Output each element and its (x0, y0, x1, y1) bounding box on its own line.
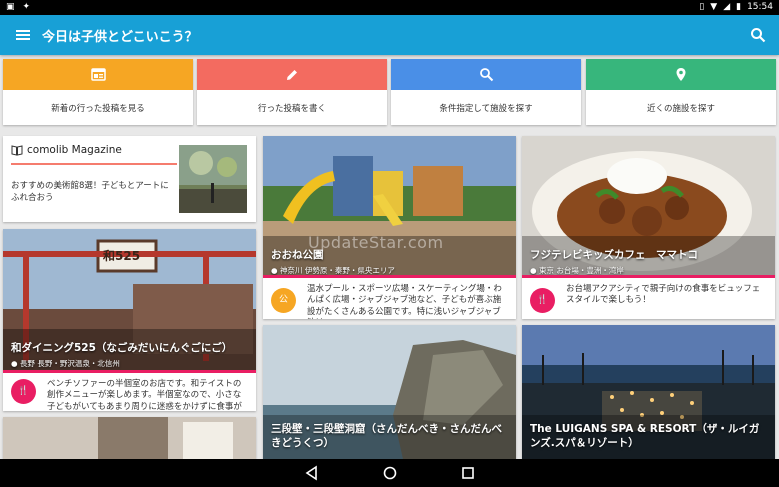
pencil-icon (287, 69, 297, 80)
facility-name: フジテレビキッズカフェ ママトコ (530, 249, 698, 261)
facility-card[interactable] (3, 417, 256, 459)
nearby-search-button[interactable]: 近くの施設を探す (586, 59, 776, 125)
facility-name: The LUIGANS SPA & RESORT（ザ・ルイガンズ.スパ＆リゾート… (530, 423, 760, 450)
signal-icon: ◢ (723, 2, 731, 12)
newspaper-icon (90, 68, 106, 81)
search-icon (479, 68, 493, 82)
status-time: 15:54 (747, 2, 773, 12)
facility-description: ベンチソファーの半個室のお店です。和テイストの創作メニューが楽しめます。半個室な… (47, 379, 242, 411)
app-title: 今日は子供とどこいこう？ (42, 30, 198, 45)
condition-search-button[interactable]: 条件指定して施設を探す (391, 59, 581, 125)
location-pin-icon: ● (530, 266, 537, 275)
battery-icon: ▮ (736, 2, 742, 12)
restaurant-icon: 🍴 (11, 379, 36, 404)
nearby-search-label: 近くの施設を探す (646, 103, 715, 114)
park-icon: 公 (271, 288, 296, 313)
facility-name: 和ダイニング525（なごみだいにんぐごにご） (11, 342, 233, 354)
facility-location: 神奈川 伊勢原・秦野・県央エリア (279, 266, 395, 275)
facility-location: 長野 長野・野沢温泉・北信州 (19, 359, 120, 368)
vibrate-icon: ▯ (699, 2, 705, 12)
action-buttons: 新着の行った投稿を見る 行った投稿を書く 条件指定して施設を探す 近くの施設を探… (3, 59, 776, 125)
watermark: UpdateStar.com (308, 233, 444, 252)
magazine-card[interactable]: comolib Magazine おすすめの美術館8選！子どもとアートにふれ合お… (3, 136, 256, 222)
home-icon[interactable] (382, 465, 398, 481)
magazine-title: comolib Magazine (27, 144, 122, 156)
new-posts-button[interactable]: 新着の行った投稿を見る (3, 59, 193, 125)
facility-location: 東京 お台場・豊洲・湾岸 (538, 266, 624, 275)
condition-search-label: 条件指定して施設を探す (439, 103, 533, 114)
restaurant-sign: 和525 (103, 249, 141, 263)
restaurant-icon: 🍴 (530, 288, 555, 313)
location-pin-icon: ● (271, 266, 278, 275)
new-posts-label: 新着の行った投稿を見る (51, 103, 145, 114)
navigation-bar (0, 459, 779, 487)
facility-description: 温水プール・スポーツ広場・スケーティング場・わんぱく広場・ジャブジャブ池など、子… (307, 284, 502, 319)
android-notification-icon: ✦ (22, 2, 31, 12)
write-post-button[interactable]: 行った投稿を書く (197, 59, 387, 125)
location-pin-icon: ● (11, 359, 18, 368)
menu-icon[interactable] (14, 26, 32, 44)
magazine-divider (11, 163, 177, 165)
wifi-icon: ▼ (710, 2, 718, 12)
location-pin-icon (676, 68, 686, 81)
facility-card[interactable]: 三段壁・三段壁洞窟（さんだんべき・さんだんべきどうくつ） (263, 325, 516, 459)
image-notification-icon: ▣ (6, 2, 15, 12)
magazine-article-title: おすすめの美術館8選！子どもとアートにふれ合おう (11, 181, 169, 203)
facility-card[interactable]: おおね公園 ● 神奈川 伊勢原・秦野・県央エリア 公 温水プール・スポーツ広場・… (263, 136, 516, 319)
status-bar: ▣ ✦ ▯ ▼ ◢ ▮ 15:54 (0, 0, 779, 15)
magazine-thumbnail (179, 145, 247, 213)
write-post-label: 行った投稿を書く (257, 103, 326, 114)
facility-card[interactable]: The LUIGANS SPA & RESORT（ザ・ルイガンズ.スパ＆リゾート… (522, 325, 775, 459)
back-icon[interactable] (304, 465, 320, 481)
facility-card[interactable]: 和525 和ダイニング525（なごみだいにんぐごにご） ● 長野 長野・野沢温泉… (3, 229, 256, 411)
facility-description: お台場アクアシティで親子向けの食事をビュッフェスタイルで楽しもう！ (566, 284, 761, 306)
book-icon (11, 144, 23, 156)
search-icon[interactable] (749, 26, 767, 44)
facility-card[interactable]: フジテレビキッズカフェ ママトコ ● 東京 お台場・豊洲・湾岸 🍴 お台場アクア… (522, 136, 775, 319)
app-bar: 今日は子供とどこいこう？ (0, 15, 779, 55)
recents-icon[interactable] (460, 465, 476, 481)
facility-photo (3, 417, 256, 459)
facility-name: 三段壁・三段壁洞窟（さんだんべき・さんだんべきどうくつ） (271, 423, 502, 450)
